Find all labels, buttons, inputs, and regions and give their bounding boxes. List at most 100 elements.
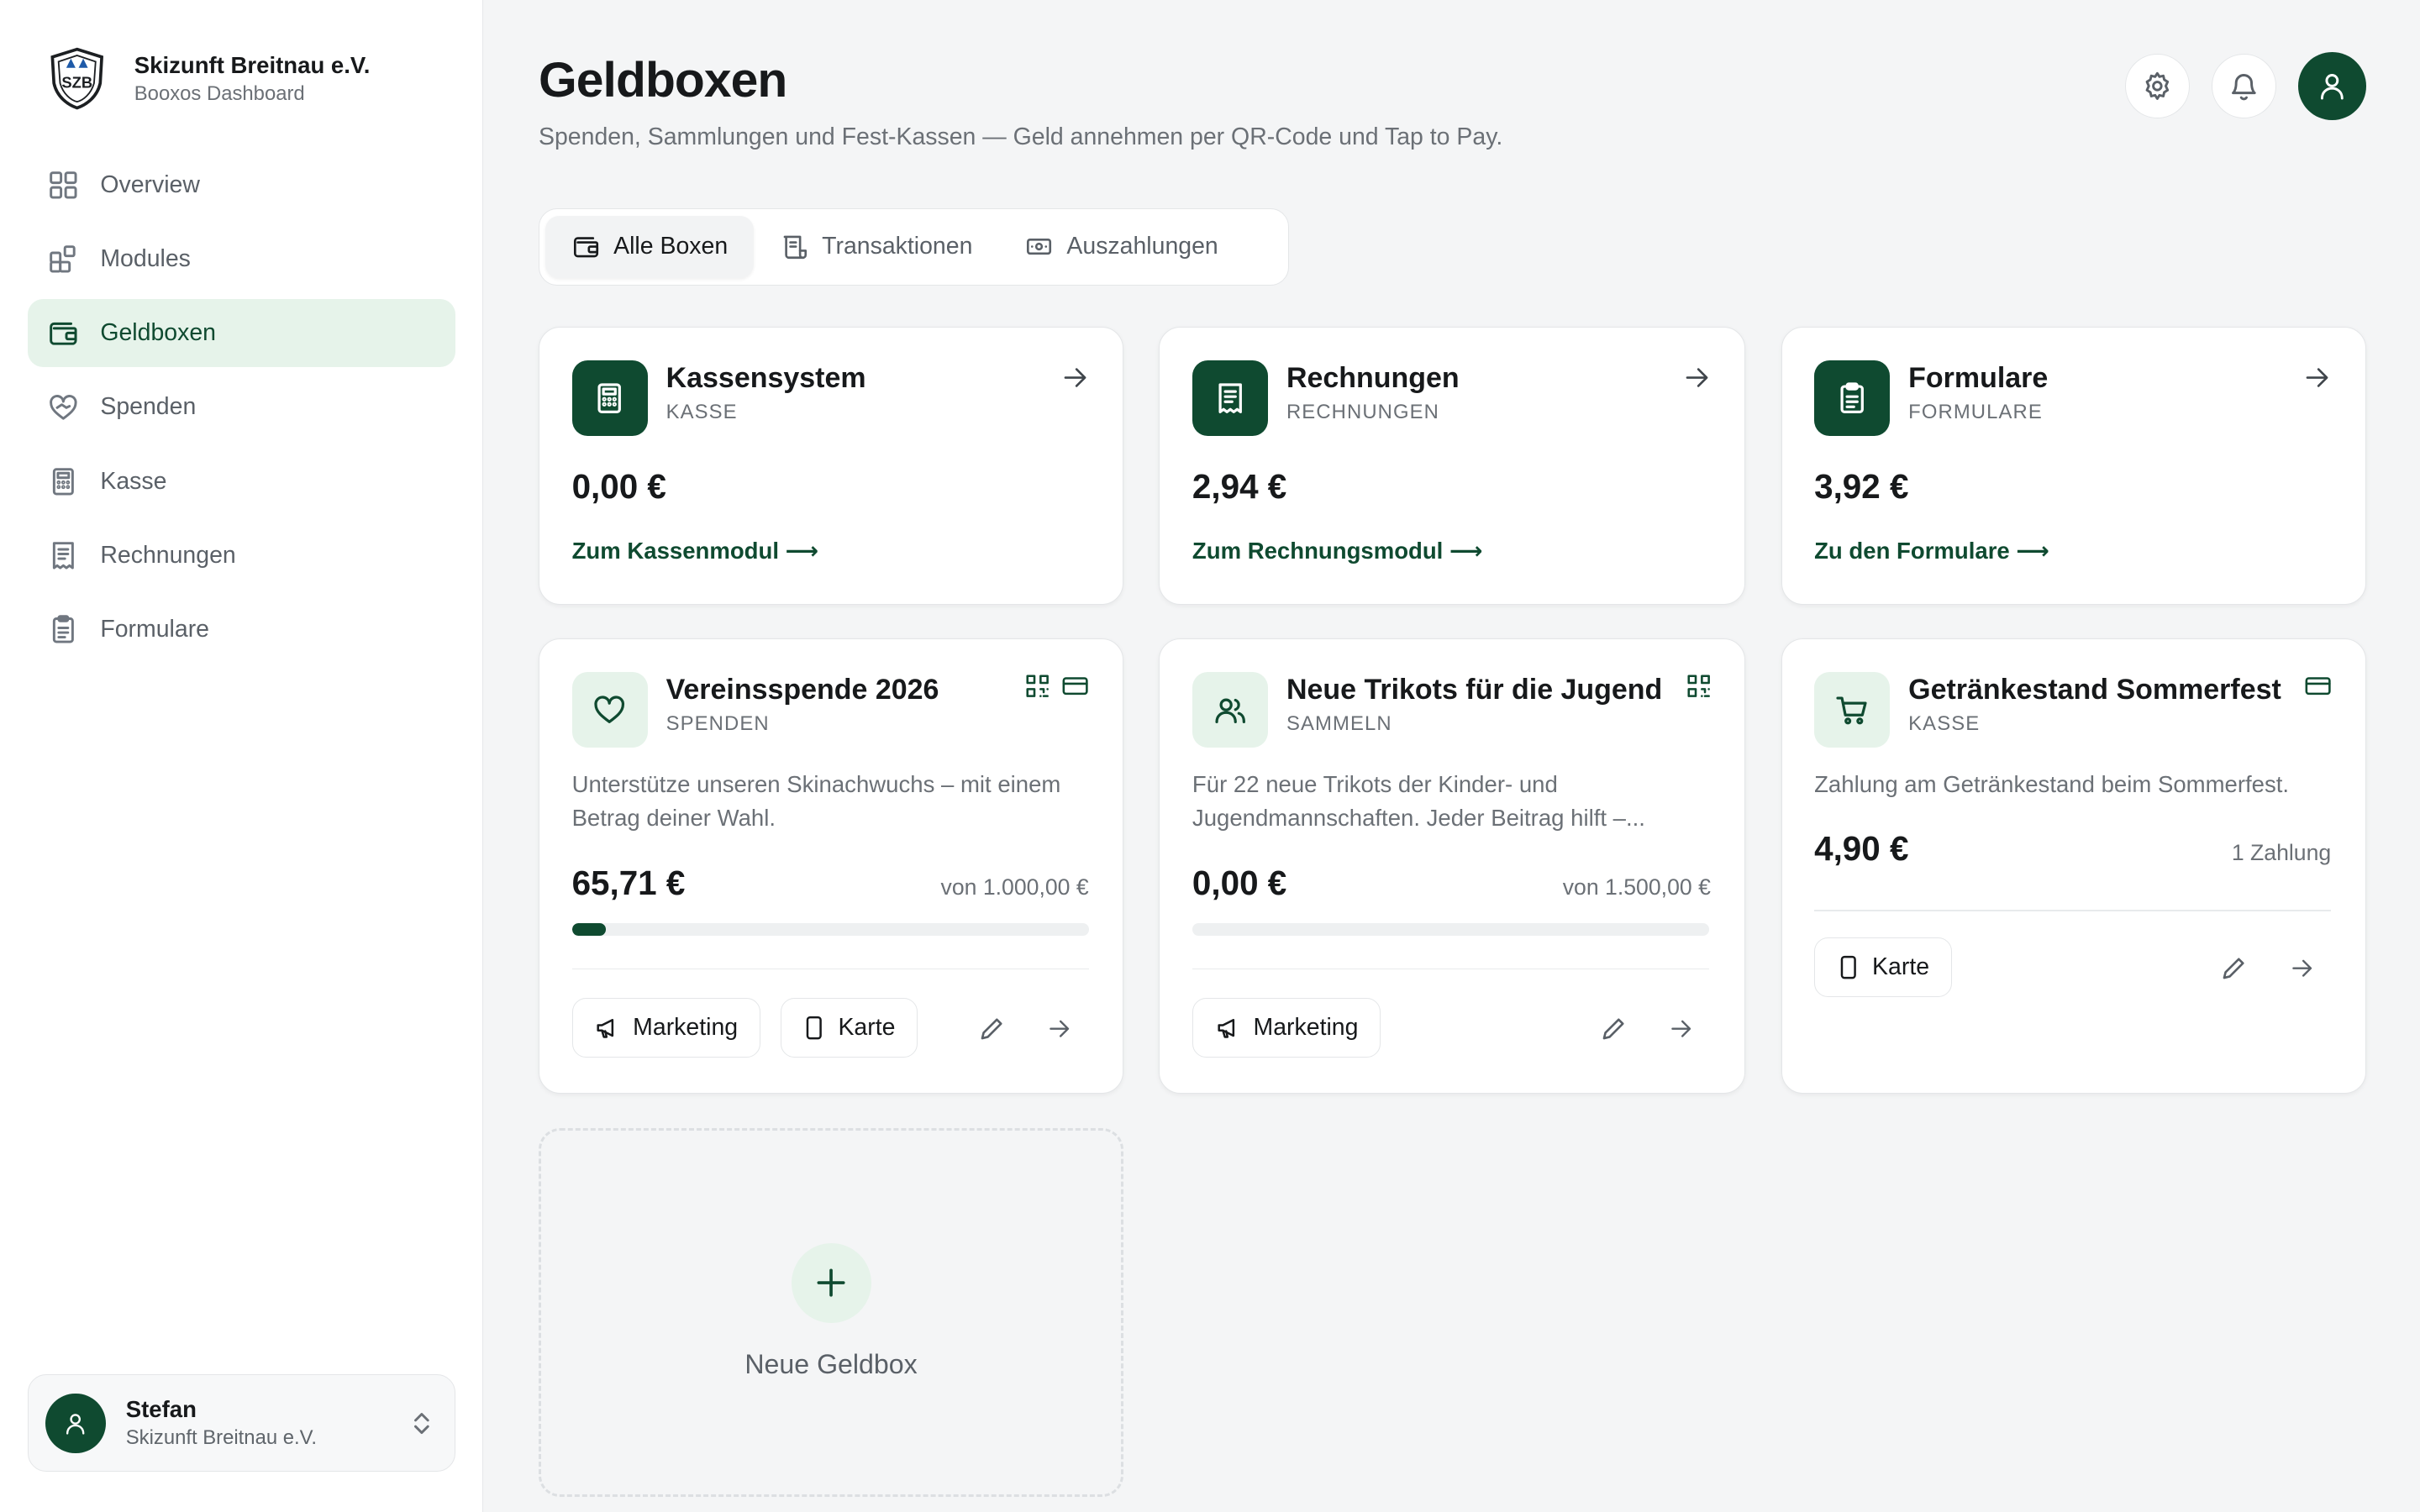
card-description: Unterstütze unseren Skinachwuchs – mit e…	[571, 770, 1061, 832]
clipboard-icon	[48, 614, 79, 645]
card-title: Vereinsspende 2026	[666, 673, 939, 706]
settings-button[interactable]	[2125, 54, 2191, 119]
module-card-kassensystem[interactable]: Kassensystem KASSE 0,00 € Zum Kassenmodu…	[539, 327, 1124, 605]
tab-transaktionen[interactable]: Transaktionen	[754, 216, 998, 277]
wallet-icon	[572, 233, 600, 260]
card-module-link[interactable]: Zum Rechnungsmodul ⟶	[1192, 538, 1483, 564]
card-icon	[2305, 674, 2331, 698]
divider	[1192, 968, 1710, 970]
arrow-right-icon	[2292, 959, 2312, 977]
heart-icon	[571, 671, 648, 748]
pencil-icon	[981, 1018, 1002, 1040]
arrow-right-icon[interactable]	[2303, 364, 2331, 391]
new-geldbox-button[interactable]: Neue Geldbox	[539, 1127, 1124, 1497]
bell-icon	[2232, 74, 2256, 101]
megaphone-icon	[1215, 1015, 1241, 1041]
logo-text: SZB	[61, 74, 92, 92]
edit-button[interactable]	[973, 1010, 1010, 1047]
payment-methods	[1025, 674, 1089, 698]
sidebar-item-label: Overview	[100, 171, 200, 198]
card-amount: 3,92 €	[1814, 466, 1909, 506]
user-icon	[2320, 74, 2344, 100]
notifications-button[interactable]	[2211, 54, 2277, 119]
users-icon	[1192, 671, 1268, 748]
module-card-rechnungen[interactable]: Rechnungen RECHNUNGEN 2,94 € Zum Rechnun…	[1159, 327, 1746, 605]
sidebar-item-overview[interactable]: Overview	[28, 151, 455, 219]
receipt-list-icon	[781, 233, 808, 260]
app-root: SZB Skizunft Breitnau e.V. Booxos Dashbo…	[0, 0, 2420, 1512]
card-title: Kassensystem	[666, 361, 866, 394]
sidebar-nav: Overview Modules Geldboxen Spenden Kasse…	[28, 151, 455, 669]
heart-hand-icon	[48, 392, 79, 423]
sidebar-item-formulare[interactable]: Formulare	[28, 596, 455, 664]
arrow-right-icon[interactable]	[1683, 364, 1711, 391]
user-name: Stefan	[125, 1396, 197, 1423]
megaphone-icon	[594, 1015, 620, 1041]
chip-label: Marketing	[1253, 1013, 1359, 1041]
page-subtitle: Spenden, Sammlungen und Fest-Kassen — Ge…	[539, 123, 1503, 150]
card-amount: 0,00 €	[571, 466, 666, 506]
card-category: SPENDEN	[666, 711, 770, 735]
qr-code-icon	[1686, 674, 1711, 698]
sidebar-item-label: Rechnungen	[100, 541, 236, 569]
sidebar-item-label: Formulare	[100, 615, 209, 643]
chip-label: Karte	[1872, 953, 1930, 981]
receipt-icon	[1192, 360, 1268, 436]
sidebar-item-label: Modules	[100, 245, 191, 273]
card-goal: von 1.500,00 €	[1562, 874, 1711, 900]
module-card-formulare[interactable]: Formulare FORMULARE 3,92 € Zu den Formul…	[1781, 327, 2366, 605]
progress-fill	[571, 923, 606, 937]
marketing-button[interactable]: Marketing	[1192, 997, 1381, 1058]
divider	[571, 968, 1089, 970]
cart-icon	[1814, 671, 1891, 748]
card-category: FORMULARE	[1908, 400, 2043, 423]
receipt-icon	[48, 540, 79, 571]
tab-alle-boxen[interactable]: Alle Boxen	[545, 216, 755, 278]
marketing-button[interactable]: Marketing	[571, 997, 760, 1058]
user-switcher[interactable]: Stefan Skizunft Breitnau e.V.	[28, 1374, 455, 1473]
card-module-link[interactable]: Zum Kassenmodul ⟶	[572, 538, 819, 564]
karte-button[interactable]: Karte	[780, 997, 918, 1058]
card-amount: 0,00 €	[1192, 863, 1287, 902]
brand[interactable]: SZB Skizunft Breitnau e.V. Booxos Dashbo…	[46, 46, 370, 111]
sidebar-item-label: Spenden	[100, 393, 197, 421]
card-amount: 4,90 €	[1814, 829, 1909, 869]
sidebar-item-label: Kasse	[100, 467, 167, 495]
arrow-right-icon	[1671, 1020, 1691, 1037]
arrow-right-icon[interactable]	[1061, 364, 1089, 391]
chip-label: Karte	[838, 1013, 896, 1041]
card-module-link[interactable]: Zu den Formulare ⟶	[1814, 538, 2049, 564]
open-button[interactable]	[1041, 1010, 1078, 1047]
card-icon	[1062, 674, 1089, 698]
karte-button[interactable]: Karte	[1814, 937, 1952, 998]
edit-button[interactable]	[1595, 1010, 1632, 1047]
sidebar-item-modules[interactable]: Modules	[28, 225, 455, 293]
open-button[interactable]	[2283, 950, 2320, 987]
card-category: SAMMELN	[1286, 711, 1392, 735]
chevron-up-down-icon[interactable]	[411, 1410, 433, 1437]
card-category: RECHNUNGEN	[1286, 400, 1439, 423]
profile-button[interactable]	[2297, 52, 2366, 121]
grid-icon	[48, 170, 79, 201]
card-title: Rechnungen	[1286, 361, 1460, 394]
phone-icon	[1837, 954, 1860, 980]
pencil-icon	[1602, 1018, 1624, 1040]
progress-bar	[571, 923, 1089, 937]
geldbox-card-trikots[interactable]: Neue Trikots für die Jugend SAMMELN Für …	[1159, 638, 1746, 1095]
sidebar-item-geldboxen[interactable]: Geldboxen	[28, 299, 455, 368]
sidebar-item-rechnungen[interactable]: Rechnungen	[28, 522, 455, 590]
sidebar-item-kasse[interactable]: Kasse	[28, 448, 455, 516]
card-description: Für 22 neue Trikots der Kinder- und Juge…	[1192, 770, 1645, 832]
geldbox-card-getraenkestand[interactable]: Getränkestand Sommerfest KASSE Zahlung a…	[1781, 638, 2366, 1095]
geldbox-card-vereinsspende[interactable]: Vereinsspende 2026 SPENDEN Unterstütze u…	[539, 638, 1124, 1095]
brand-subtitle: Booxos Dashboard	[134, 81, 305, 105]
progress-bar	[1192, 923, 1710, 937]
open-button[interactable]	[1663, 1010, 1700, 1047]
calculator-icon	[571, 360, 648, 436]
tab-auszahlungen[interactable]: Auszahlungen	[999, 216, 1244, 277]
avatar	[45, 1393, 106, 1454]
wallet-icon	[48, 318, 79, 349]
sidebar-item-spenden[interactable]: Spenden	[28, 373, 455, 441]
edit-button[interactable]	[2216, 950, 2253, 987]
club-logo-icon: SZB	[46, 46, 108, 111]
